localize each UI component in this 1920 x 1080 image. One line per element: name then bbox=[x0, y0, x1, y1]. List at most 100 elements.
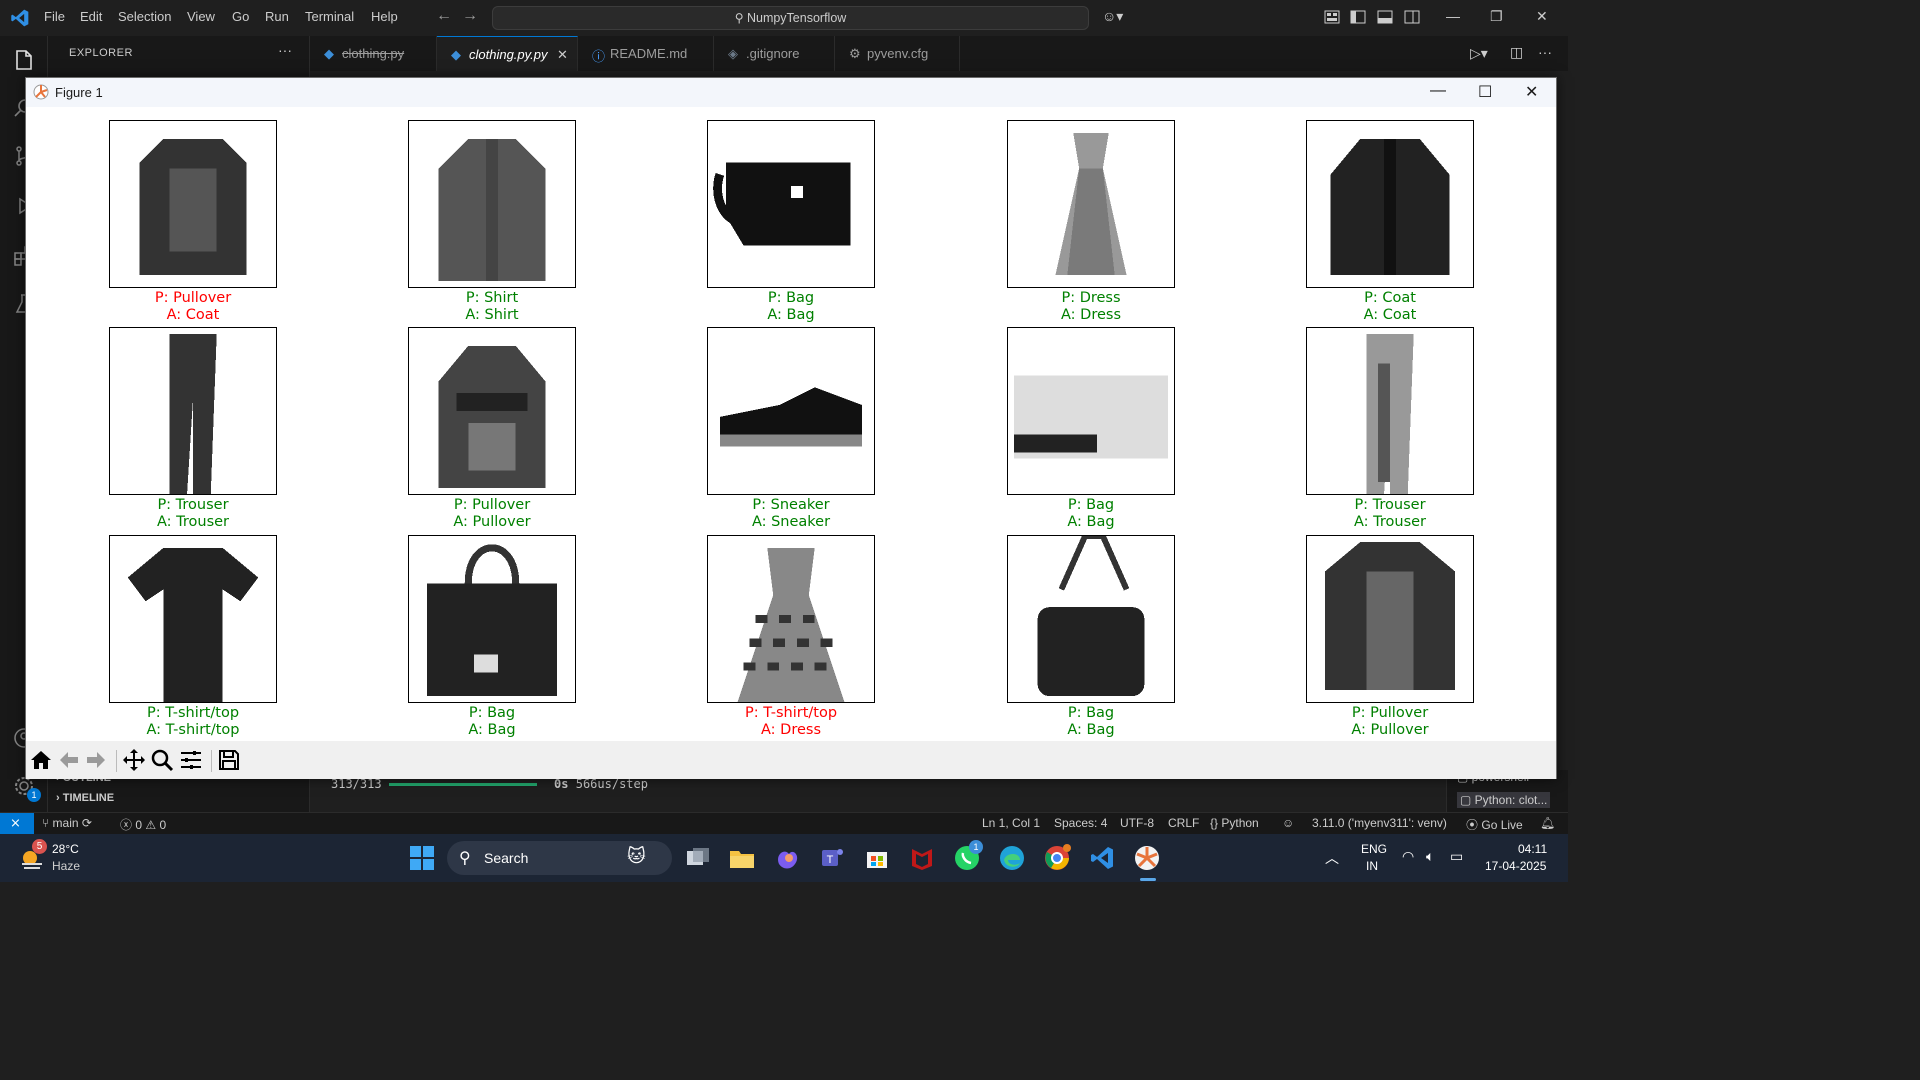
split-editor-icon[interactable]: ◫ bbox=[1510, 44, 1523, 61]
matplotlib-logo-icon bbox=[33, 84, 49, 100]
predicted-label: P: Bag bbox=[468, 705, 516, 721]
figure-maximize-icon[interactable]: ☐ bbox=[1478, 82, 1492, 102]
menu-go[interactable]: Go bbox=[232, 9, 249, 24]
command-center-search[interactable]: ⚲ NumpyTensorflow bbox=[492, 6, 1089, 30]
whatsapp-icon[interactable]: 1 bbox=[953, 840, 983, 872]
notifications-bell-icon[interactable]: 🔔︎ bbox=[1540, 816, 1555, 830]
input-language-line2[interactable]: IN bbox=[1366, 859, 1378, 873]
actual-label: A: Trouser bbox=[1353, 514, 1427, 530]
clock-time[interactable]: 04:11 bbox=[1518, 842, 1547, 856]
save-figure-icon[interactable] bbox=[217, 748, 241, 772]
show-hidden-icons-chevron-icon[interactable]: ︿ bbox=[1325, 848, 1339, 868]
back-arrow-icon[interactable] bbox=[57, 748, 81, 772]
clock-date[interactable]: 17-04-2025 bbox=[1485, 859, 1546, 873]
predicted-label: P: Bag bbox=[767, 290, 815, 306]
battery-icon[interactable]: ▭ bbox=[1450, 848, 1463, 865]
edge-icon[interactable] bbox=[998, 844, 1026, 872]
menu-help[interactable]: Help bbox=[371, 9, 398, 24]
svg-text:T: T bbox=[827, 854, 834, 866]
vscode-taskbar-icon[interactable] bbox=[1088, 844, 1116, 872]
pan-icon[interactable] bbox=[122, 748, 146, 772]
problems-indicator[interactable]: ⓧ 0 ⚠ 0 bbox=[120, 816, 166, 833]
predicted-label: P: Pullover bbox=[1351, 705, 1429, 721]
home-icon[interactable] bbox=[29, 748, 53, 772]
zoom-icon[interactable] bbox=[150, 748, 174, 772]
input-language-line1[interactable]: ENG bbox=[1361, 842, 1387, 856]
prediction-label: P: T-shirt/top A: Dress bbox=[691, 705, 891, 739]
tab-close-icon[interactable]: ✕ bbox=[557, 47, 568, 63]
copilot-status-icon[interactable]: ☺ bbox=[1282, 816, 1294, 830]
chrome-icon[interactable] bbox=[1043, 844, 1071, 872]
customize-layout-icon[interactable] bbox=[1324, 10, 1340, 24]
restore-icon[interactable]: ❐ bbox=[1490, 8, 1503, 25]
go-live-button[interactable]: ⦿ Go Live bbox=[1466, 816, 1523, 833]
mcafee-icon[interactable] bbox=[908, 844, 936, 872]
copilot-icon[interactable]: ☺▾ bbox=[1102, 8, 1123, 25]
branch-indicator[interactable]: ⑂ main ⟳ bbox=[42, 816, 92, 830]
explorer-icon[interactable] bbox=[12, 48, 36, 72]
menu-view[interactable]: View bbox=[187, 9, 215, 24]
taskbar-search[interactable]: ⚲ Search 🐱 bbox=[447, 841, 672, 875]
predicted-label: P: T-shirt/top bbox=[146, 705, 240, 721]
tab-pyvenv[interactable]: ⚙ pyvenv.cfg bbox=[835, 36, 960, 71]
actual-label: A: Pullover bbox=[453, 514, 531, 530]
search-icon: ⚲ bbox=[459, 850, 471, 867]
tab-clothing-py-py[interactable]: ◆ clothing.py.py ✕ bbox=[437, 36, 578, 71]
forward-arrow-icon[interactable] bbox=[84, 748, 108, 772]
weather-icon[interactable]: 5 bbox=[18, 839, 47, 872]
nav-forward-icon[interactable]: → bbox=[462, 7, 478, 25]
bag-clutch-image bbox=[1013, 375, 1169, 459]
remote-indicator[interactable]: ⨯ bbox=[0, 813, 34, 835]
menu-run[interactable]: Run bbox=[265, 9, 289, 24]
trouser-light-image bbox=[1366, 333, 1414, 494]
end-of-line[interactable]: CRLF bbox=[1168, 816, 1199, 830]
matplotlib-taskbar-icon[interactable] bbox=[1133, 844, 1161, 872]
predicted-label: P: Bag bbox=[1067, 705, 1115, 721]
figure-title: Figure 1 bbox=[55, 85, 103, 100]
prediction-label: P: Pullover A: Pullover bbox=[1290, 705, 1490, 739]
figure-close-icon[interactable]: ✕ bbox=[1525, 82, 1538, 102]
terminal-item-python[interactable]: ▢ Python: clot... bbox=[1457, 792, 1551, 808]
minimize-icon[interactable]: — bbox=[1446, 8, 1460, 24]
tab-readme[interactable]: ⓘ README.md bbox=[578, 36, 714, 71]
predicted-label: P: Shirt bbox=[465, 290, 519, 306]
python-interpreter[interactable]: 3.11.0 ('myenv311': venv) bbox=[1312, 816, 1447, 830]
volume-icon[interactable]: 🔈︎ bbox=[1426, 848, 1434, 865]
toggle-panel-icon[interactable] bbox=[1377, 10, 1393, 24]
microsoft-store-icon[interactable] bbox=[863, 844, 891, 872]
menu-terminal[interactable]: Terminal bbox=[305, 9, 354, 24]
predicted-label: P: Trouser bbox=[1354, 497, 1426, 513]
more-actions-icon[interactable]: ··· bbox=[278, 42, 292, 58]
prediction-image bbox=[408, 120, 576, 288]
menu-selection[interactable]: Selection bbox=[118, 9, 171, 24]
prediction-label: P: Shirt A: Shirt bbox=[392, 290, 592, 324]
tab-gitignore[interactable]: ◈ .gitignore bbox=[714, 36, 835, 71]
figure-minimize-icon[interactable]: — bbox=[1430, 82, 1446, 100]
sync-icon[interactable]: ⟳ bbox=[82, 816, 92, 830]
language-mode[interactable]: {} Python bbox=[1210, 816, 1259, 830]
nav-back-icon[interactable]: ← bbox=[436, 7, 452, 25]
task-view-icon[interactable] bbox=[684, 844, 712, 872]
wifi-icon[interactable]: ◠ bbox=[1402, 848, 1414, 865]
menu-file[interactable]: File bbox=[44, 9, 65, 24]
teams-icon[interactable]: T bbox=[818, 844, 846, 872]
toggle-secondary-sidebar-icon[interactable] bbox=[1404, 10, 1420, 24]
timeline-section-header[interactable]: › TIMELINE bbox=[56, 792, 114, 804]
configure-subplots-icon[interactable] bbox=[179, 748, 203, 772]
indentation[interactable]: Spaces: 4 bbox=[1054, 816, 1107, 830]
prediction-label: P: T-shirt/top A: T-shirt/top bbox=[93, 705, 293, 739]
tab-clothing-py[interactable]: ◆ clothing.py bbox=[310, 36, 437, 71]
windows-start-icon[interactable] bbox=[408, 844, 436, 872]
pullover-2-image bbox=[1324, 541, 1456, 691]
toggle-primary-sidebar-icon[interactable] bbox=[1350, 10, 1366, 24]
cursor-position[interactable]: Ln 1, Col 1 bbox=[982, 816, 1040, 830]
copilot-app-icon[interactable] bbox=[773, 844, 801, 872]
menu-edit[interactable]: Edit bbox=[80, 9, 102, 24]
branch-name: main bbox=[52, 816, 79, 830]
weather-temp: 28°C bbox=[52, 842, 79, 856]
run-python-icon[interactable]: ▷▾ bbox=[1470, 45, 1488, 62]
encoding[interactable]: UTF-8 bbox=[1120, 816, 1154, 830]
close-icon[interactable]: ✕ bbox=[1536, 8, 1548, 25]
editor-more-icon[interactable]: ··· bbox=[1538, 44, 1552, 60]
file-explorer-icon[interactable] bbox=[728, 844, 756, 872]
